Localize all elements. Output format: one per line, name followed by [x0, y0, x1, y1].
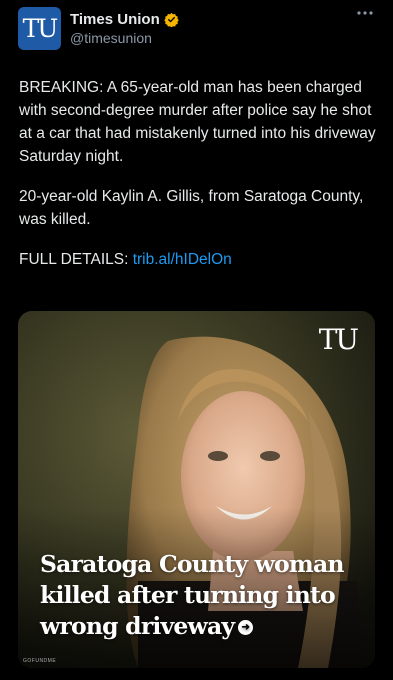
more-options-icon[interactable] [355, 6, 375, 26]
tweet-paragraph-3: FULL DETAILS: trib.al/hIDelOn [19, 248, 379, 271]
name-row[interactable]: Times Union [70, 9, 179, 29]
handle[interactable]: @timesunion [70, 30, 152, 46]
avatar[interactable]: TU [18, 7, 61, 50]
tweet-paragraph-1: BREAKING: A 65-year-old man has been cha… [19, 79, 376, 165]
details-link[interactable]: trib.al/hIDelOn [133, 251, 232, 268]
display-name[interactable]: Times Union [70, 11, 160, 28]
arrow-right-circle-icon: ➜ [238, 620, 254, 635]
verified-badge-icon [164, 12, 179, 27]
tweet-paragraph-2: 20-year-old Kaylin A. Gillis, from Sarat… [19, 188, 364, 228]
tweet-header: TU Times Union @timesunion [0, 0, 393, 60]
headline-text: Saratoga County woman killed after turni… [40, 550, 345, 640]
details-label: FULL DETAILS: [19, 251, 133, 268]
media-card[interactable]: TU Saratoga County woman killed after tu… [18, 311, 375, 668]
photo-credit: GOFUNDME [23, 658, 57, 664]
times-union-logo: TU [318, 323, 359, 356]
avatar-logo-text: TU [22, 14, 59, 43]
media-headline: Saratoga County woman killed after turni… [40, 549, 360, 642]
tweet-text: BREAKING: A 65-year-old man has been cha… [19, 76, 379, 288]
